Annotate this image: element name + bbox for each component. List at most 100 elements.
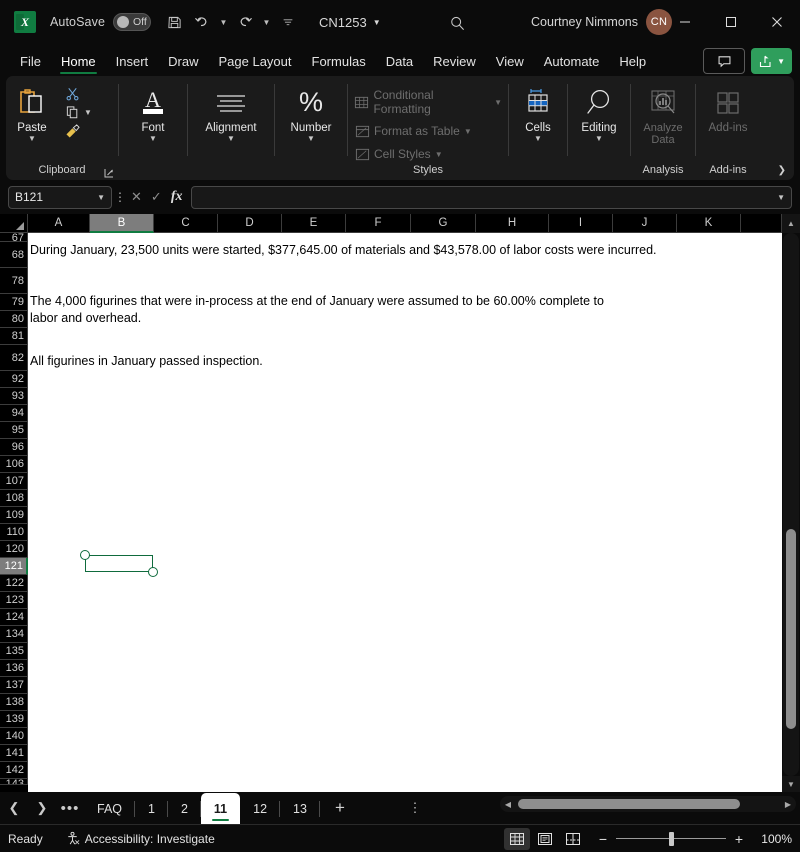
minimize-button[interactable] bbox=[662, 0, 708, 44]
sheet-tab-11[interactable]: 11 bbox=[200, 793, 241, 824]
add-sheet-icon[interactable]: + bbox=[320, 793, 360, 823]
row-header-123[interactable]: 123 bbox=[0, 592, 28, 609]
row-header-107[interactable]: 107 bbox=[0, 473, 28, 490]
tab-draw[interactable]: Draw bbox=[158, 48, 208, 76]
row-header-136[interactable]: 136 bbox=[0, 660, 28, 677]
row-header-108[interactable]: 108 bbox=[0, 490, 28, 507]
row-header-95[interactable]: 95 bbox=[0, 422, 28, 439]
format-painter-button[interactable] bbox=[60, 122, 96, 140]
row-header-93[interactable]: 93 bbox=[0, 388, 28, 405]
font-dropdown-icon[interactable]: ▼ bbox=[149, 135, 157, 143]
column-header-f[interactable]: F bbox=[346, 214, 411, 233]
sheet-options-icon[interactable]: ⋮ bbox=[404, 800, 426, 816]
selection-handle-top-left[interactable] bbox=[80, 550, 90, 560]
row-header-120[interactable]: 120 bbox=[0, 541, 28, 558]
page-layout-view-button[interactable] bbox=[532, 828, 558, 850]
name-box[interactable]: B121 ▼ bbox=[8, 185, 112, 209]
tab-help[interactable]: Help bbox=[609, 48, 656, 76]
column-header-k[interactable]: K bbox=[677, 214, 741, 233]
customize-quick-access-icon[interactable] bbox=[275, 9, 301, 35]
row-header-142[interactable]: 142 bbox=[0, 762, 28, 779]
share-button[interactable]: ▼ bbox=[751, 48, 792, 74]
sheet-canvas[interactable]: During January, 23,500 units were starte… bbox=[28, 233, 782, 792]
row-header-110[interactable]: 110 bbox=[0, 524, 28, 541]
editing-dropdown-icon[interactable]: ▼ bbox=[595, 135, 603, 143]
page-break-preview-button[interactable] bbox=[560, 828, 586, 850]
row-header-109[interactable]: 109 bbox=[0, 507, 28, 524]
paste-dropdown-icon[interactable]: ▼ bbox=[28, 135, 36, 143]
row-header-137[interactable]: 137 bbox=[0, 677, 28, 694]
font-button[interactable]: A Font ▼ bbox=[127, 81, 179, 143]
scroll-left-icon[interactable]: ◀ bbox=[500, 800, 516, 809]
zoom-slider[interactable] bbox=[616, 831, 726, 846]
undo-icon[interactable] bbox=[189, 9, 215, 35]
sheet-tab-faq[interactable]: FAQ bbox=[84, 794, 136, 824]
analyze-data-button[interactable]: Analyze Data bbox=[631, 81, 695, 146]
previous-sheet-icon[interactable]: ❮ bbox=[0, 793, 28, 823]
editing-button[interactable]: Editing ▼ bbox=[573, 81, 625, 143]
search-icon[interactable] bbox=[445, 11, 469, 35]
formula-bar-handle[interactable]: ⋮ bbox=[112, 190, 128, 204]
cut-button[interactable] bbox=[60, 84, 96, 102]
vertical-scrollbar-thumb[interactable] bbox=[786, 529, 796, 729]
alignment-button[interactable]: Alignment ▼ bbox=[197, 81, 264, 143]
sheet-tab-2[interactable]: 2 bbox=[168, 794, 201, 824]
cell-b82[interactable]: All figurines in January passed inspecti… bbox=[30, 354, 263, 368]
tab-formulas[interactable]: Formulas bbox=[302, 48, 376, 76]
row-header-141[interactable]: 141 bbox=[0, 745, 28, 762]
fx-icon[interactable]: fx bbox=[171, 189, 183, 205]
document-name-menu[interactable]: CN1253 ▼ bbox=[319, 15, 381, 30]
redo-icon[interactable] bbox=[232, 9, 258, 35]
cell-b80[interactable]: labor and overhead. bbox=[30, 311, 141, 325]
row-header-78[interactable]: 78 bbox=[0, 268, 28, 294]
row-header-79[interactable]: 79 bbox=[0, 294, 28, 311]
number-button[interactable]: % Number ▼ bbox=[283, 81, 340, 143]
tab-insert[interactable]: Insert bbox=[106, 48, 159, 76]
cell-styles-button[interactable]: Cell Styles ▼ bbox=[350, 145, 506, 163]
row-header-92[interactable]: 92 bbox=[0, 371, 28, 388]
row-header-82[interactable]: 82 bbox=[0, 345, 28, 371]
zoom-out-button[interactable]: − bbox=[596, 831, 610, 847]
undo-dropdown-icon[interactable]: ▼ bbox=[217, 9, 230, 35]
paste-button[interactable]: Paste ▼ bbox=[6, 81, 58, 143]
row-header-140[interactable]: 140 bbox=[0, 728, 28, 745]
tab-automate[interactable]: Automate bbox=[534, 48, 610, 76]
row-header-124[interactable]: 124 bbox=[0, 609, 28, 626]
horizontal-scrollbar[interactable]: ◀ ▶ bbox=[500, 796, 796, 812]
alignment-dropdown-icon[interactable]: ▼ bbox=[227, 135, 235, 143]
cell-b79[interactable]: The 4,000 figurines that were in-process… bbox=[30, 294, 604, 308]
formula-input[interactable]: ▼ bbox=[191, 185, 792, 209]
zoom-in-button[interactable]: + bbox=[732, 831, 746, 847]
next-sheet-icon[interactable]: ❯ bbox=[28, 793, 56, 823]
conditional-formatting-button[interactable]: Conditional Formatting ▼ bbox=[350, 87, 506, 117]
tab-view[interactable]: View bbox=[486, 48, 534, 76]
autosave-toggle[interactable]: Off bbox=[113, 13, 152, 31]
copy-dropdown-icon[interactable]: ▼ bbox=[84, 108, 92, 117]
tab-file[interactable]: File bbox=[10, 48, 51, 76]
row-header-143[interactable]: 143 bbox=[0, 779, 28, 785]
redo-dropdown-icon[interactable]: ▼ bbox=[260, 9, 273, 35]
row-header-121[interactable]: 121 bbox=[0, 558, 28, 575]
sheet-tab-12[interactable]: 12 bbox=[240, 794, 281, 824]
sheet-tab-1[interactable]: 1 bbox=[135, 794, 168, 824]
scroll-right-icon[interactable]: ▶ bbox=[780, 800, 796, 809]
dialog-launcher-icon[interactable] bbox=[104, 168, 114, 178]
confirm-check-icon[interactable]: ✓ bbox=[151, 189, 162, 205]
copy-button[interactable]: ▼ bbox=[60, 103, 96, 121]
row-header-139[interactable]: 139 bbox=[0, 711, 28, 728]
vertical-scrollbar[interactable]: ▼ bbox=[782, 233, 800, 792]
active-cell-selection[interactable] bbox=[85, 555, 153, 572]
sheet-tab-13[interactable]: 13 bbox=[280, 794, 320, 824]
row-header-67[interactable]: 67 bbox=[0, 233, 28, 242]
save-icon[interactable] bbox=[161, 9, 187, 35]
tab-home[interactable]: Home bbox=[51, 48, 106, 76]
account-area[interactable]: Courtney Nimmons CN bbox=[531, 0, 672, 44]
normal-view-button[interactable] bbox=[504, 827, 530, 850]
row-header-96[interactable]: 96 bbox=[0, 439, 28, 456]
column-header-c[interactable]: C bbox=[154, 214, 218, 233]
row-header-68[interactable]: 68 bbox=[0, 242, 28, 268]
row-header-138[interactable]: 138 bbox=[0, 694, 28, 711]
column-header-d[interactable]: D bbox=[218, 214, 282, 233]
scroll-down-icon[interactable]: ▼ bbox=[782, 776, 800, 792]
accessibility-button[interactable]: Accessibility: Investigate bbox=[65, 831, 215, 846]
